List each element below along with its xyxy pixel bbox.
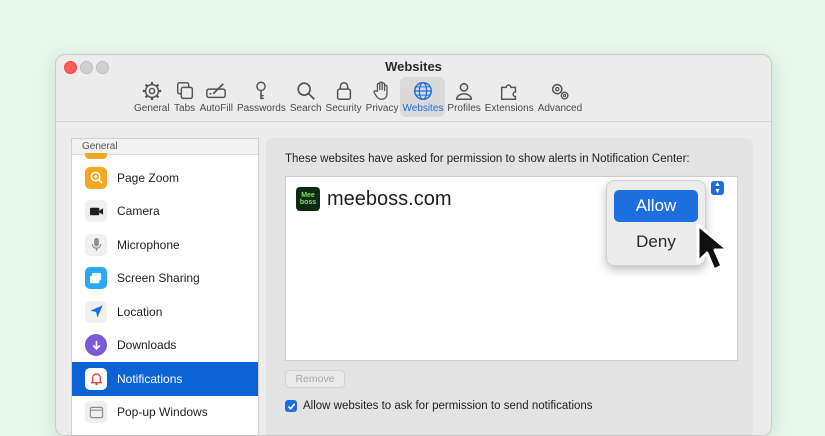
checkmark-icon [287, 402, 295, 410]
puzzle-icon [501, 84, 517, 100]
autofill-icon [206, 83, 227, 99]
camera-icon [85, 200, 107, 223]
website-list[interactable]: Mee boss meeboss.com ▲ ▼ Allow Deny [285, 176, 738, 361]
tab-label: Search [289, 103, 322, 114]
chevron-up-icon: ▲ [714, 181, 721, 188]
deny-option[interactable]: Deny [614, 226, 698, 258]
location-icon [85, 300, 107, 323]
tab-label: AutoFill [199, 103, 233, 114]
sidebar-item-label: Microphone [117, 237, 180, 252]
tab-privacy[interactable]: Privacy [364, 77, 401, 117]
key-icon [256, 81, 267, 100]
allow-option[interactable]: Allow [614, 190, 698, 222]
settings-sidebar: General Page Zoom Camera Microphone Scre… [71, 138, 259, 435]
sidebar-item-camera[interactable]: Camera [72, 195, 258, 229]
tab-extensions[interactable]: Extensions [483, 77, 536, 117]
chevron-down-icon: ▼ [714, 188, 721, 195]
notifications-panel: These websites have asked for permission… [266, 138, 753, 435]
magnifier-icon [297, 82, 315, 100]
tab-search[interactable]: Search [288, 77, 324, 117]
bell-icon [85, 367, 107, 390]
globe-icon [413, 82, 432, 100]
sidebar-item-popup-windows[interactable]: Pop-up Windows [72, 396, 258, 430]
tab-label: Websites [402, 103, 444, 114]
tab-security[interactable]: Security [324, 77, 364, 117]
sidebar-item-location[interactable]: Location [72, 295, 258, 329]
tab-autofill[interactable]: AutoFill [198, 77, 235, 117]
sidebar-item-downloads[interactable]: Downloads [72, 329, 258, 363]
sidebar-item-label: Pop-up Windows [117, 405, 208, 420]
sidebar-item-page-zoom[interactable]: Page Zoom [72, 161, 258, 195]
tab-label: Extensions [484, 103, 534, 114]
hand-icon [373, 81, 388, 100]
tab-label: Privacy [365, 103, 399, 114]
zoom-icon [85, 166, 107, 189]
tab-label: General [134, 103, 170, 114]
tab-label: Passwords [236, 103, 286, 114]
content-area: General Page Zoom Camera Microphone Scre… [56, 122, 771, 435]
download-icon [85, 334, 107, 357]
tab-profiles[interactable]: Profiles [445, 77, 482, 117]
panel-description: These websites have asked for permission… [285, 153, 690, 165]
site-logo-text: Mee [301, 192, 315, 199]
sidebar-item-label: Camera [117, 204, 160, 219]
sidebar-item-label: Screen Sharing [117, 271, 200, 286]
tab-tabs[interactable]: Tabs [172, 77, 198, 117]
preferences-window: Websites General Tabs AutoFill Passwords… [55, 54, 772, 436]
lock-icon [336, 82, 351, 100]
sidebar-item-label: Page Zoom [117, 170, 180, 185]
allow-permission-checkbox[interactable] [285, 400, 297, 412]
title-bar: Websites [56, 55, 771, 77]
tabs-icon [176, 82, 193, 100]
sidebar-item-label: Downloads [117, 338, 177, 353]
tab-label: Profiles [447, 103, 481, 114]
permission-dropdown-menu: Allow Deny [606, 180, 706, 266]
sidebar-item-screen-sharing[interactable]: Screen Sharing [72, 262, 258, 296]
site-logo: Mee boss [296, 187, 320, 211]
sidebar-item-label: Location [117, 304, 163, 319]
tab-advanced[interactable]: Advanced [536, 77, 584, 117]
partial-sidebar-icon [85, 153, 107, 159]
tab-label: Advanced [537, 103, 583, 114]
site-logo-text: boss [299, 199, 317, 206]
remove-button[interactable]: Remove [285, 370, 345, 388]
person-icon [456, 82, 473, 100]
sidebar-item-microphone[interactable]: Microphone [72, 228, 258, 262]
site-name: meeboss.com [327, 187, 452, 210]
gear-icon [142, 81, 161, 101]
sidebar-item-label: Notifications [117, 371, 183, 386]
allow-permission-label: Allow websites to ask for permission to … [303, 400, 593, 412]
microphone-icon [85, 233, 107, 256]
tab-general[interactable]: General [132, 77, 172, 117]
window-title: Websites [385, 59, 442, 74]
tab-label: Tabs [174, 103, 196, 114]
website-row[interactable]: Mee boss meeboss.com [296, 187, 452, 211]
sidebar-item-notifications[interactable]: Notifications [72, 362, 258, 396]
gears-icon [551, 83, 569, 100]
mouse-cursor-icon [696, 223, 730, 272]
allow-permission-row[interactable]: Allow websites to ask for permission to … [285, 400, 593, 412]
preferences-toolbar: General Tabs AutoFill Passwords Search S… [132, 77, 584, 119]
screen-share-icon [85, 267, 107, 290]
tab-passwords[interactable]: Passwords [235, 77, 288, 117]
tab-websites[interactable]: Websites [400, 77, 446, 117]
permission-dropdown-toggle[interactable]: ▲ ▼ [711, 181, 724, 195]
tab-label: Security [325, 103, 362, 114]
